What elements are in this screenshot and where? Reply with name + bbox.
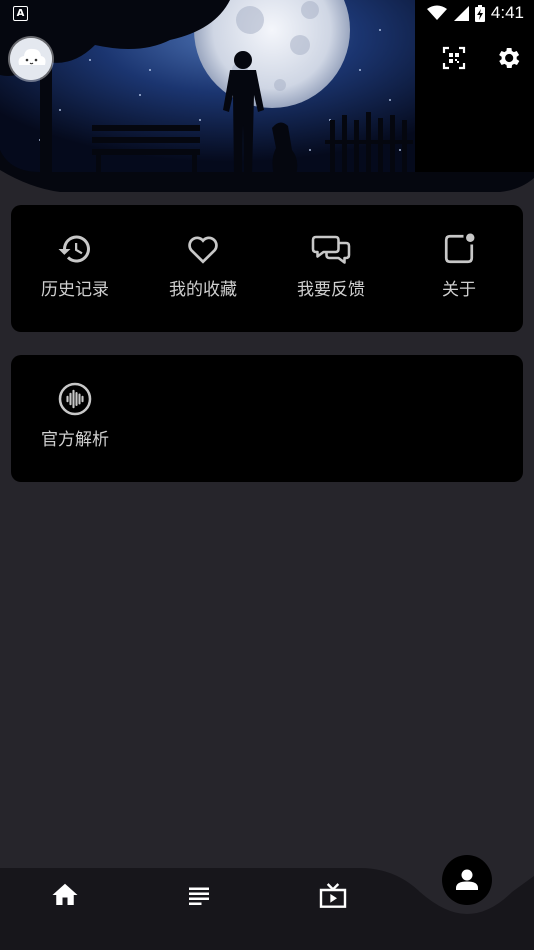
- feedback-chat-icon: [311, 235, 351, 264]
- official-parse-button[interactable]: 官方解析: [11, 377, 139, 467]
- nav-home[interactable]: [49, 880, 85, 912]
- favorites-label: 我的收藏: [169, 280, 237, 300]
- nav-list[interactable]: [183, 880, 219, 912]
- feedback-label: 我要反馈: [297, 280, 365, 300]
- about-label: 关于: [442, 280, 476, 300]
- scan-button[interactable]: [440, 44, 468, 72]
- tv-play-icon: [319, 883, 347, 908]
- cellular-signal-icon: [453, 6, 469, 21]
- wifi-icon: [426, 5, 447, 20]
- notification-icon: A: [13, 6, 28, 21]
- nav-tv[interactable]: [316, 880, 352, 912]
- night-scene-illustration: [0, 0, 534, 195]
- official-parse-label: 官方解析: [41, 430, 109, 450]
- history-icon: [58, 235, 90, 263]
- user-avatar-button[interactable]: [10, 38, 52, 80]
- status-time: 4:41: [490, 3, 524, 22]
- battery-charging-icon: [474, 4, 485, 22]
- favorites-button[interactable]: 我的收藏: [139, 227, 267, 317]
- home-icon: [52, 883, 78, 905]
- cloud-avatar-icon: [10, 38, 52, 80]
- list-icon: [189, 887, 209, 905]
- qr-scan-icon: [442, 46, 466, 70]
- tools-menu-card: 官方解析: [11, 355, 523, 482]
- settings-button[interactable]: [494, 44, 522, 72]
- profile-fab-button[interactable]: [442, 855, 492, 905]
- heart-icon: [188, 236, 218, 264]
- audio-wave-icon: [58, 382, 92, 416]
- status-bar: A 4:41: [0, 0, 534, 28]
- header-banner: [0, 0, 534, 195]
- feedback-button[interactable]: 我要反馈: [267, 227, 395, 317]
- history-button[interactable]: 历史记录: [11, 227, 139, 317]
- gear-icon: [499, 47, 520, 69]
- about-button[interactable]: 关于: [395, 227, 523, 317]
- history-label: 历史记录: [41, 280, 109, 300]
- about-icon: [444, 233, 475, 264]
- person-icon: [456, 869, 478, 890]
- quick-menu-card: 历史记录 我的收藏 我要反馈 关于: [11, 205, 523, 332]
